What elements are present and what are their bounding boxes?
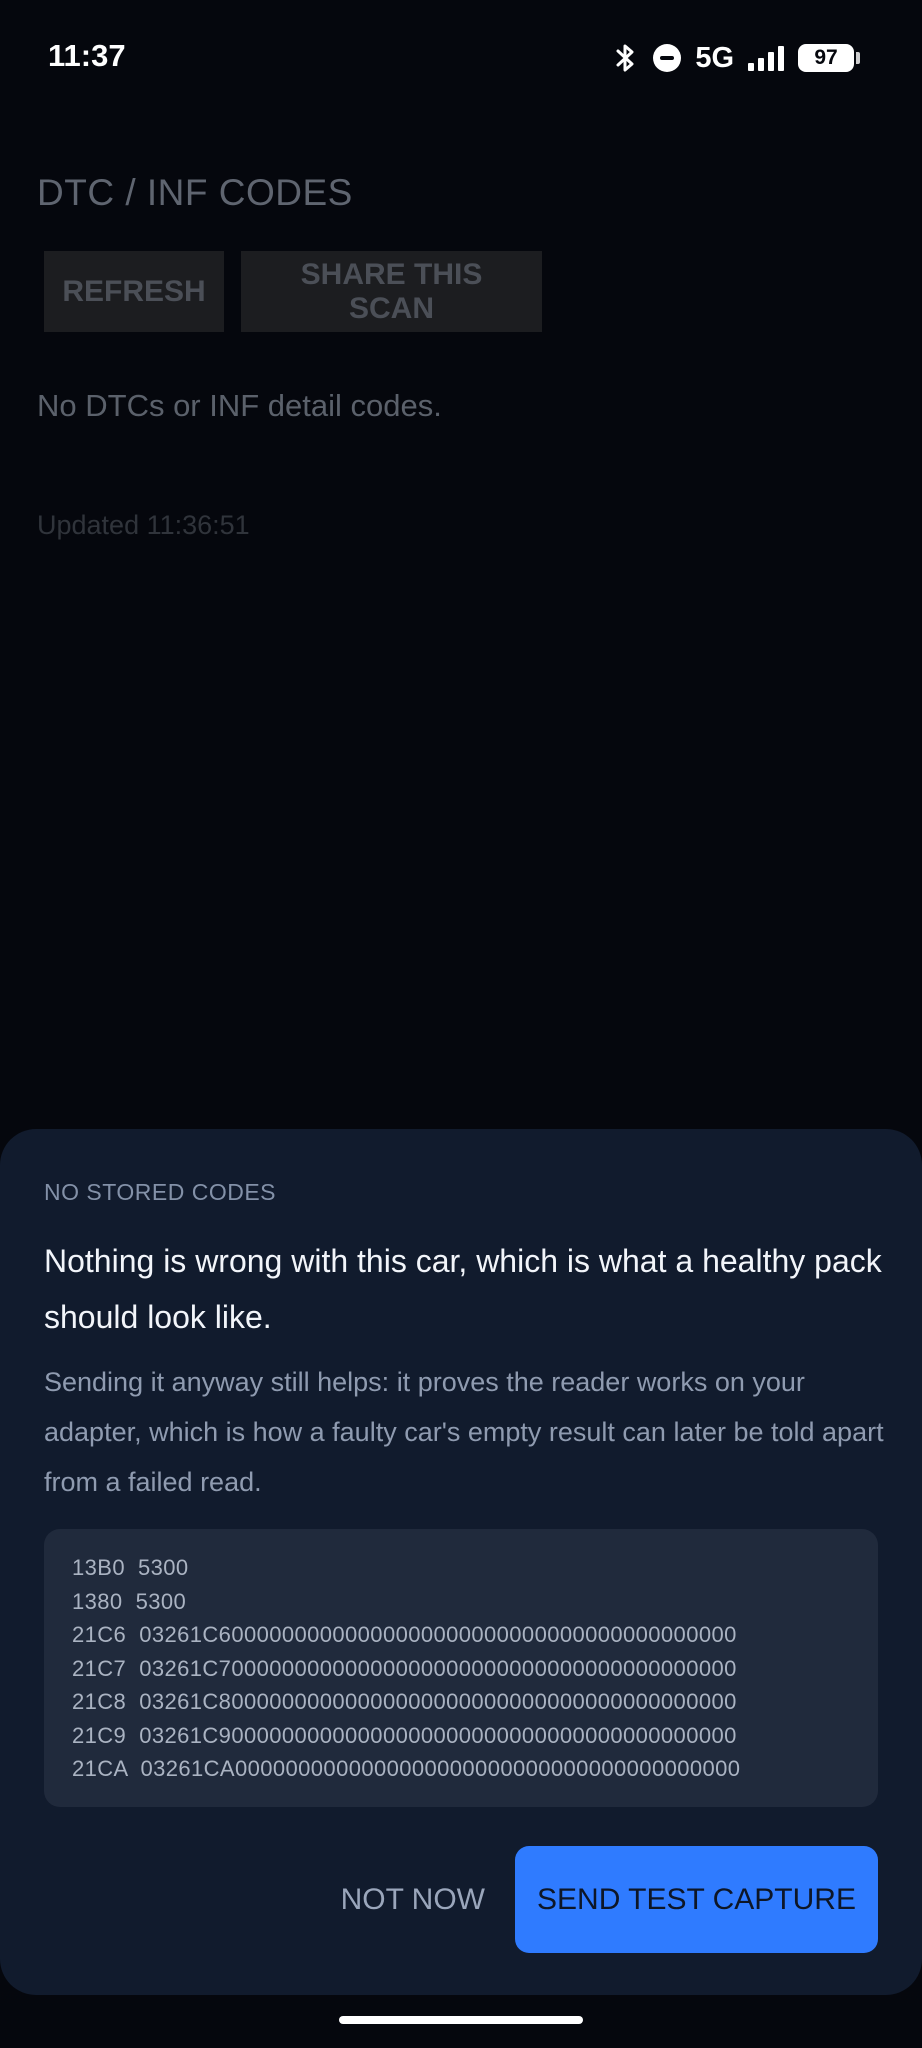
empty-state-message: No DTCs or INF detail codes. [37, 388, 442, 423]
capture-line: 1380 5300 [72, 1588, 187, 1614]
home-indicator[interactable] [339, 2016, 583, 2024]
sheet-body: Sending it anyway still helps: it proves… [44, 1367, 884, 1497]
share-scan-button[interactable]: SHARE THIS SCAN [241, 251, 542, 332]
no-codes-bottom-sheet: NO STORED CODES Nothing is wrong with th… [0, 1129, 922, 1995]
sheet-actions: NOT NOW SEND TEST CAPTURE [339, 1846, 878, 1953]
capture-line: 21C9 03261C90000000000000000000000000000… [72, 1722, 737, 1748]
not-now-button[interactable]: NOT NOW [339, 1883, 487, 1917]
sheet-eyebrow: NO STORED CODES [44, 1179, 276, 1205]
dtc-screen: DTC / INF CODES REFRESH SHARE THIS SCAN … [0, 0, 922, 1130]
page-title: DTC / INF CODES [37, 172, 353, 213]
updated-timestamp: Updated 11:36:51 [37, 510, 250, 540]
send-test-capture-button[interactable]: SEND TEST CAPTURE [515, 1846, 878, 1953]
capture-line: 21CA 03261CA0000000000000000000000000000… [72, 1756, 741, 1781]
capture-preview: 13B0 5300 1380 5300 21C6 03261C600000000… [44, 1529, 878, 1807]
action-row: REFRESH SHARE THIS SCAN [44, 251, 542, 332]
capture-line: 21C8 03261C80000000000000000000000000000… [72, 1689, 737, 1714]
sheet-headline: Nothing is wrong with this car, which is… [44, 1243, 882, 1335]
refresh-button[interactable]: REFRESH [44, 251, 224, 332]
capture-line: 21C7 03261C70000000000000000000000000000… [72, 1655, 737, 1681]
capture-line: 13B0 5300 [72, 1555, 189, 1580]
capture-line: 21C6 03261C60000000000000000000000000000… [72, 1622, 737, 1647]
